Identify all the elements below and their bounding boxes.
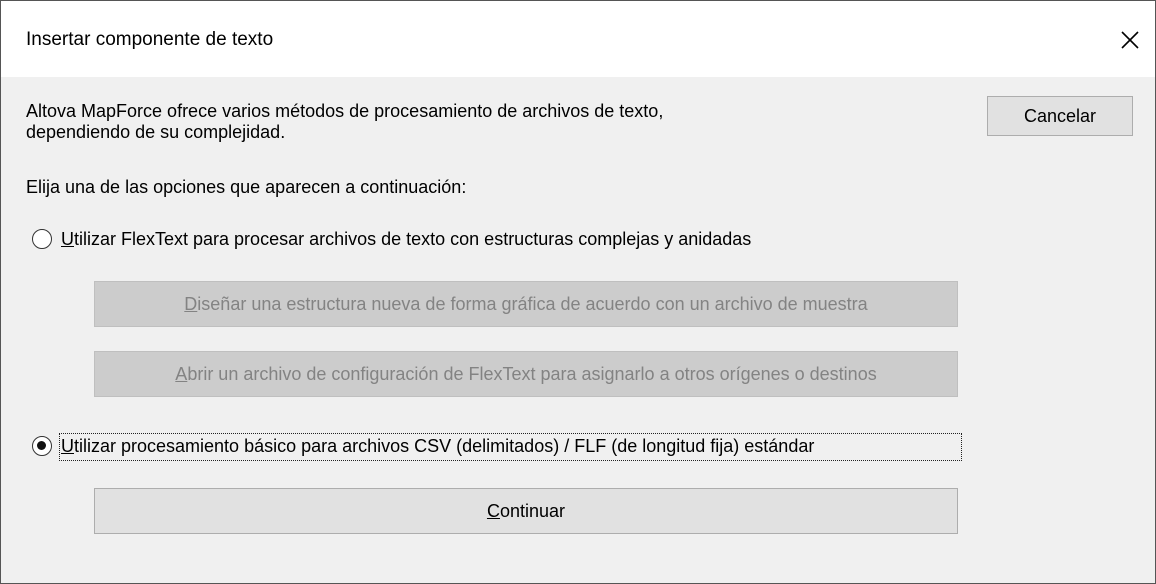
open-mnemonic: A — [175, 363, 188, 384]
basic-processing-radio[interactable] — [32, 436, 52, 456]
open-label-rest: brir un archivo de configuración de Flex… — [187, 363, 877, 384]
choose-prompt: Elija una de las opciones que aparecen a… — [26, 177, 467, 197]
radio-selected-dot — [37, 441, 46, 450]
continue-mnemonic: C — [486, 500, 500, 521]
title-bar: Insertar componente de texto — [1, 1, 1155, 77]
design-mnemonic: D — [184, 293, 198, 314]
continue-button[interactable]: Continuar — [94, 488, 958, 534]
cancel-button[interactable]: Cancelar — [987, 96, 1133, 136]
flextext-label-rest: tilizar FlexText para procesar archivos … — [74, 229, 752, 249]
basic-mnemonic: U — [61, 436, 74, 456]
insert-text-component-dialog: Insertar componente de texto Altova MapF… — [0, 0, 1156, 584]
basic-label-rest: tilizar procesamiento básico para archiv… — [74, 436, 815, 456]
open-config-button[interactable]: Abrir un archivo de configuración de Fle… — [94, 351, 958, 397]
cancel-button-label: Cancelar — [1023, 105, 1097, 126]
flextext-option-label[interactable]: Utilizar FlexText para procesar archivos… — [61, 229, 751, 250]
close-button[interactable] — [1105, 17, 1155, 63]
flextext-mnemonic: U — [61, 229, 74, 249]
design-label-rest: iseñar una estructura nueva de forma grá… — [197, 293, 868, 314]
intro-text-line-1: Altova MapForce ofrece varios métodos de… — [26, 101, 664, 121]
intro-text-line-2: dependiendo de su complejidad. — [26, 122, 286, 142]
flextext-radio[interactable] — [32, 229, 52, 249]
design-structure-button[interactable]: Diseñar una estructura nueva de forma gr… — [94, 281, 958, 327]
basic-processing-option-label[interactable]: Utilizar procesamiento básico para archi… — [61, 436, 814, 457]
dialog-title: Insertar componente de texto — [26, 29, 274, 50]
close-icon — [1121, 31, 1139, 49]
continue-label-rest: ontinuar — [499, 500, 566, 521]
